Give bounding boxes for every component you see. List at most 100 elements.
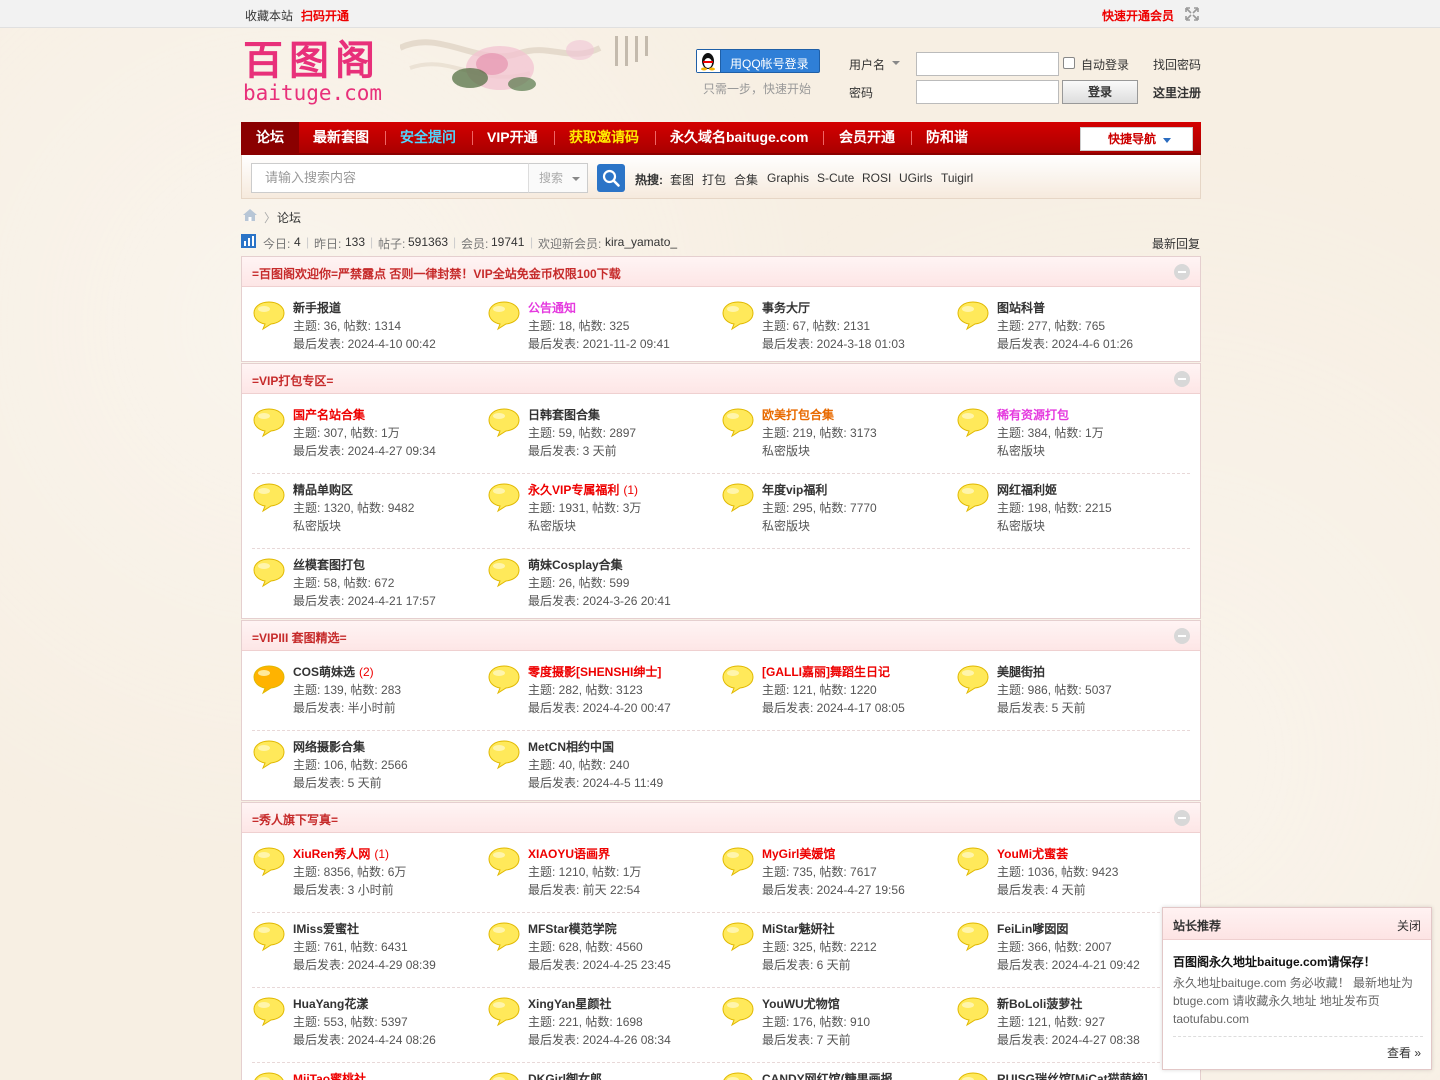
forum-last-post[interactable]: 最后发表: 3 天前 — [528, 442, 617, 459]
forum-item[interactable]: [GALLI嘉丽]舞蹈生日记 主题: 121, 帖数: 1220 最后发表: 202… — [721, 663, 955, 725]
forum-name[interactable]: 国产名站合集 — [293, 406, 365, 423]
forum-last-post[interactable]: 最后发表: 2024-4-26 08:34 — [528, 1031, 671, 1048]
password-input[interactable] — [916, 80, 1059, 104]
forum-name[interactable]: 丝模套图打包 — [293, 556, 365, 573]
forum-item[interactable]: FeiLin嗲囡囡 主题: 366, 帖数: 2007 最后发表: 2024-4-2… — [956, 920, 1190, 982]
forum-name[interactable]: YouWU尤物馆 — [762, 995, 840, 1012]
forum-name[interactable]: 网络摄影合集 — [293, 738, 365, 755]
forum-item[interactable]: HuaYang花漾 主题: 553, 帖数: 5397 最后发表: 2024-4-2… — [252, 995, 486, 1057]
forum-name[interactable]: 欧美打包合集 — [762, 406, 834, 423]
forum-last-post[interactable]: 最后发表: 2024-4-6 01:26 — [997, 335, 1133, 352]
forum-name[interactable]: 日韩套图合集 — [528, 406, 600, 423]
forum-item[interactable]: 网络摄影合集 主题: 106, 帖数: 2566 最后发表: 5 天前 — [252, 738, 486, 800]
forum-name[interactable]: MiStar魅妍社 — [762, 920, 835, 937]
forum-item[interactable]: 永久VIP专属福利 (1) 主题: 1931, 帖数: 3万 私密版块 — [487, 481, 721, 543]
forum-item[interactable]: 年度vip福利 主题: 295, 帖数: 7770 私密版块 — [721, 481, 955, 543]
forum-item[interactable]: 新BoLoli菠萝社 主题: 121, 帖数: 927 最后发表: 2024-4-2… — [956, 995, 1190, 1057]
forum-item[interactable]: MetCN相约中国 主题: 40, 帖数: 240 最后发表: 2024-4-5 1… — [487, 738, 721, 800]
forum-name[interactable]: 稀有资源打包 — [997, 406, 1069, 423]
forum-last-post[interactable]: 最后发表: 2024-3-26 20:41 — [528, 592, 671, 609]
newest-member-link[interactable]: kira_yamato_ — [605, 235, 677, 249]
forum-item[interactable]: 新手报道 主题: 36, 帖数: 1314 最后发表: 2024-4-10 00:4… — [252, 299, 486, 361]
latest-reply-link[interactable]: 最新回复 — [1152, 235, 1200, 252]
quick-nav-button[interactable]: 快捷导航 — [1080, 127, 1193, 151]
forum-name[interactable]: DKGirl御女郎 — [528, 1070, 602, 1080]
forum-item[interactable]: 萌妹Cosplay合集 主题: 26, 帖数: 599 最后发表: 2024-3-2… — [487, 556, 721, 618]
forum-last-post[interactable]: 最后发表: 2021-11-2 09:41 — [528, 335, 670, 352]
forum-name[interactable]: 公告通知 — [528, 299, 576, 316]
forum-name[interactable]: XingYan星颜社 — [528, 995, 611, 1012]
forum-name[interactable]: RUISG瑞丝馆[MiCat猫萌榜] — [997, 1070, 1148, 1080]
forum-name[interactable]: 永久VIP专属福利 (1) — [528, 481, 638, 498]
forum-last-post[interactable]: 最后发表: 前天 22:54 — [528, 881, 640, 898]
forum-item[interactable]: YouMi尤蜜荟 主题: 1036, 帖数: 9423 最后发表: 4 天前 — [956, 845, 1190, 907]
forum-name[interactable]: 图站科普 — [997, 299, 1045, 316]
forum-name[interactable]: XiuRen秀人网 (1) — [293, 845, 389, 862]
username-dropdown-icon[interactable] — [892, 61, 900, 65]
forum-name[interactable]: 网红福利姬 — [997, 481, 1057, 498]
register-link[interactable]: 这里注册 — [1153, 84, 1201, 101]
forum-name[interactable]: XIAOYU语画界 — [528, 845, 610, 862]
forum-item[interactable]: 日韩套图合集 主题: 59, 帖数: 2897 最后发表: 3 天前 — [487, 406, 721, 468]
fullscreen-icon[interactable] — [1185, 7, 1199, 21]
popup-more-link[interactable]: 查看 » — [1387, 1044, 1421, 1061]
forum-last-post[interactable]: 私密版块 — [762, 442, 810, 459]
auto-login-checkbox[interactable] — [1063, 57, 1075, 69]
forum-last-post[interactable]: 最后发表: 2024-4-21 09:42 — [997, 956, 1140, 973]
forum-item[interactable]: 公告通知 主题: 18, 帖数: 325 最后发表: 2021-11-2 09:41 — [487, 299, 721, 361]
hot-search-link[interactable]: ROSI — [862, 171, 891, 185]
forum-item[interactable]: 丝模套图打包 主题: 58, 帖数: 672 最后发表: 2024-4-21 17:… — [252, 556, 486, 618]
forum-name[interactable]: 萌妹Cosplay合集 — [528, 556, 623, 573]
hot-search-link[interactable]: UGirls — [899, 171, 932, 185]
forum-item[interactable]: 事务大厅 主题: 67, 帖数: 2131 最后发表: 2024-3-18 01:0… — [721, 299, 955, 361]
forum-item[interactable]: RUISG瑞丝馆[MiCat猫萌榜] — [956, 1070, 1190, 1080]
forum-item[interactable]: XingYan星颜社 主题: 221, 帖数: 1698 最后发表: 2024-4-… — [487, 995, 721, 1057]
collapse-icon[interactable] — [1174, 628, 1190, 644]
forum-name[interactable]: CANDY网红馆(糖果画报 — [762, 1070, 893, 1080]
collapse-icon[interactable] — [1174, 810, 1190, 826]
qq-login-button[interactable]: 用QQ帐号登录 — [696, 49, 820, 73]
forum-name[interactable]: MiiTao蜜桃社 — [293, 1070, 366, 1080]
nav-item-member[interactable]: 会员开通 — [839, 122, 895, 153]
forum-last-post[interactable]: 最后发表: 4 天前 — [997, 881, 1086, 898]
forum-name[interactable]: 零度摄影[SHENSHI绅士] — [528, 663, 661, 680]
forum-last-post[interactable]: 最后发表: 2024-4-24 08:26 — [293, 1031, 436, 1048]
forum-last-post[interactable]: 最后发表: 2024-4-17 08:05 — [762, 699, 905, 716]
forum-item[interactable]: 零度摄影[SHENSHI绅士] 主题: 282, 帖数: 3123 最后发表: 20… — [487, 663, 721, 725]
section-title[interactable]: =百图阁欢迎你=严禁露点 否则一律封禁！VIP全站免金币权限100下载 — [252, 265, 621, 282]
breadcrumb-current[interactable]: 论坛 — [277, 209, 301, 226]
forum-name[interactable]: MFStar模范学院 — [528, 920, 617, 937]
forum-item[interactable]: IMiss爱蜜社 主题: 761, 帖数: 6431 最后发表: 2024-4-29… — [252, 920, 486, 982]
forum-name[interactable]: YouMi尤蜜荟 — [997, 845, 1068, 862]
nav-item-forum[interactable]: 论坛 — [241, 122, 299, 153]
popup-headline[interactable]: 百图阁永久地址baituge.com请保存！ — [1173, 953, 1376, 970]
forum-item[interactable]: 网红福利姬 主题: 198, 帖数: 2215 私密版块 — [956, 481, 1190, 543]
forum-item[interactable]: 国产名站合集 主题: 307, 帖数: 1万 最后发表: 2024-4-27 09:… — [252, 406, 486, 468]
site-logo[interactable]: 百图阁 baituge.com — [243, 40, 393, 106]
forum-item[interactable]: 稀有资源打包 主题: 384, 帖数: 1万 私密版块 — [956, 406, 1190, 468]
nav-item-domain[interactable]: 永久域名baituge.com — [670, 122, 808, 153]
nav-item-invite[interactable]: 获取邀请码 — [569, 122, 639, 153]
forum-last-post[interactable]: 最后发表: 7 天前 — [762, 1031, 851, 1048]
forum-item[interactable]: DKGirl御女郎 — [487, 1070, 721, 1080]
section-title[interactable]: =VIP打包专区= — [252, 372, 333, 389]
forum-name[interactable]: HuaYang花漾 — [293, 995, 368, 1012]
bookmark-link[interactable]: 收藏本站 — [245, 7, 293, 24]
forum-last-post[interactable]: 最后发表: 2024-3-18 01:03 — [762, 335, 905, 352]
forum-last-post[interactable]: 最后发表: 3 小时前 — [293, 881, 394, 898]
forum-name[interactable]: 事务大厅 — [762, 299, 810, 316]
forum-last-post[interactable]: 最后发表: 半小时前 — [293, 699, 396, 716]
search-button[interactable] — [597, 164, 625, 192]
vip-quick-link[interactable]: 快速开通会员 — [1102, 7, 1174, 24]
forum-last-post[interactable]: 私密版块 — [997, 442, 1045, 459]
forum-last-post[interactable]: 最后发表: 2024-4-21 17:57 — [293, 592, 436, 609]
forum-last-post[interactable]: 最后发表: 2024-4-27 09:34 — [293, 442, 436, 459]
forum-last-post[interactable]: 最后发表: 5 天前 — [293, 774, 382, 791]
forum-item[interactable]: MiStar魅妍社 主题: 325, 帖数: 2212 最后发表: 6 天前 — [721, 920, 955, 982]
forum-name[interactable]: IMiss爱蜜社 — [293, 920, 359, 937]
forgot-password-link[interactable]: 找回密码 — [1153, 56, 1201, 73]
hot-search-link[interactable]: Tuigirl — [941, 171, 973, 185]
search-type-select[interactable]: 搜索 — [528, 163, 588, 193]
forum-name[interactable]: 精品单购区 — [293, 481, 353, 498]
search-input[interactable]: 请输入搜索内容 — [251, 163, 529, 193]
